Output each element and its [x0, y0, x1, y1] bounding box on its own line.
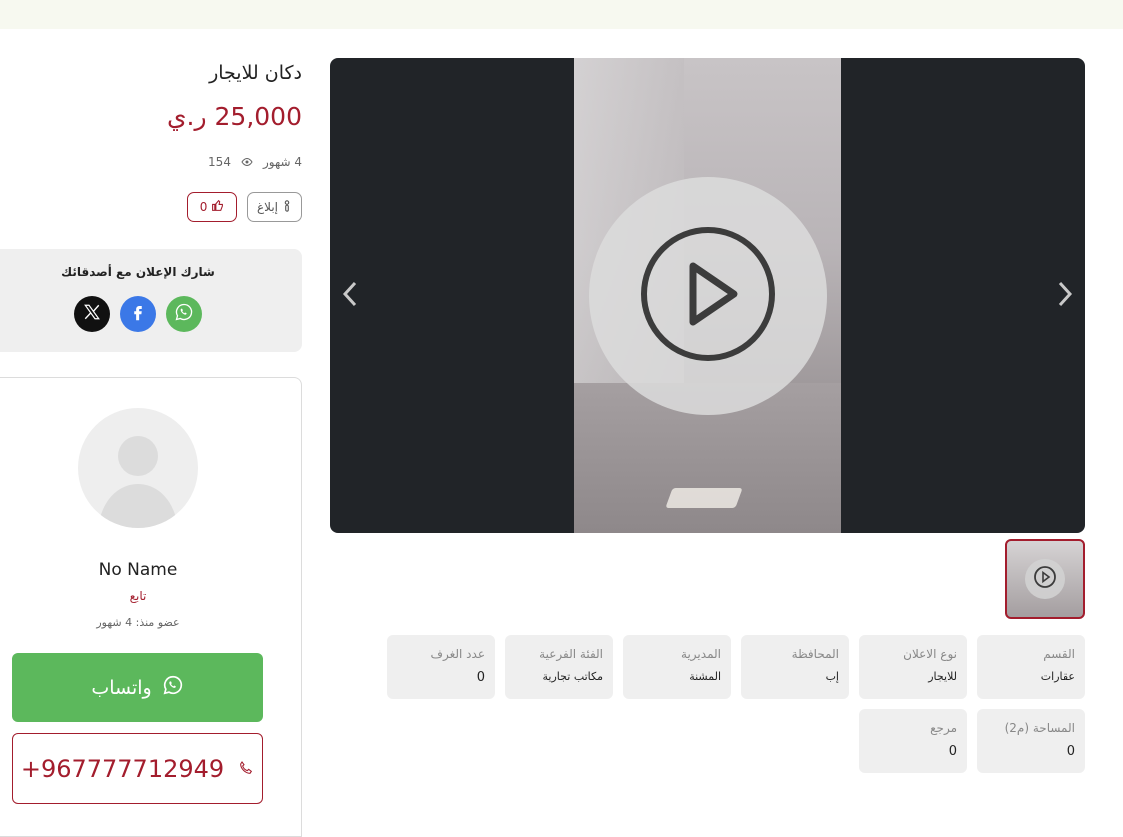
detail-value: للايجار: [928, 670, 957, 683]
phone-icon: [238, 755, 254, 783]
whatsapp-icon: [162, 674, 184, 701]
detail-rooms: عدد الغرف 0: [387, 635, 495, 699]
detail-reference: مرجع 0: [859, 709, 967, 773]
avatar: [78, 408, 198, 528]
info-icon: [282, 199, 292, 215]
listing-views: 154: [208, 155, 231, 169]
share-title: شارك الإعلان مع أصدقائك: [61, 265, 215, 279]
play-icon: [1033, 565, 1057, 593]
video-light-patch: [665, 488, 743, 508]
detail-label: القسم: [1043, 647, 1075, 661]
whatsapp-label: واتساب: [91, 676, 152, 699]
like-count: 0: [199, 200, 208, 214]
share-box: شارك الإعلان مع أصدقائك: [0, 249, 302, 352]
share-x-button[interactable]: [74, 296, 110, 332]
media-viewer[interactable]: [330, 58, 1085, 533]
detail-label: مرجع: [930, 721, 957, 735]
member-since: عضو منذ: 4 شهور: [96, 616, 180, 629]
media-thumbnail[interactable]: [1005, 539, 1085, 619]
detail-value: 0: [948, 744, 957, 759]
detail-ad-type: نوع الاعلان للايجار: [859, 635, 967, 699]
thumbnail-play: [1025, 559, 1065, 599]
chevron-left-icon: [341, 280, 359, 312]
next-slide-button[interactable]: [1053, 280, 1077, 312]
share-whatsapp-button[interactable]: [166, 296, 202, 332]
phone-button[interactable]: +967777712949: [12, 733, 263, 804]
detail-label: المساحة (م2): [1004, 721, 1075, 735]
report-button[interactable]: إبلاغ: [247, 192, 302, 222]
whatsapp-icon: [174, 302, 194, 326]
top-bar: [0, 0, 1123, 29]
detail-value: 0: [1066, 744, 1075, 759]
listing-meta: 4 شهور 154: [208, 155, 302, 169]
listing-price: 25,000 ر.ي: [166, 102, 302, 131]
detail-category: القسم عقارات: [977, 635, 1085, 699]
detail-value: عقارات: [1040, 670, 1075, 683]
share-facebook-button[interactable]: [120, 296, 156, 332]
detail-area: المساحة (م2) 0: [977, 709, 1085, 773]
detail-subcategory: الفئة الفرعية مكاتب تجارية: [505, 635, 613, 699]
follow-link[interactable]: تابع: [0, 589, 276, 603]
detail-value: إب: [825, 670, 839, 683]
play-icon: [638, 224, 778, 368]
detail-label: عدد الغرف: [430, 647, 485, 661]
phone-number: +967777712949: [20, 754, 225, 783]
detail-value: 0: [476, 670, 485, 685]
eye-icon: [241, 156, 253, 168]
detail-value: مكاتب تجارية: [542, 670, 603, 683]
previous-slide-button[interactable]: [338, 280, 362, 312]
detail-label: المحافظة: [791, 647, 839, 661]
detail-governorate: المحافظة إب: [741, 635, 849, 699]
detail-label: المديرية: [681, 647, 721, 661]
listing-title: دكان للايجار: [209, 62, 302, 84]
detail-value: المشنة: [689, 670, 721, 683]
facebook-icon: [129, 303, 147, 325]
detail-label: نوع الاعلان: [903, 647, 957, 661]
detail-label: الفئة الفرعية: [539, 647, 603, 661]
seller-name: No Name: [98, 560, 178, 580]
whatsapp-button[interactable]: واتساب: [12, 653, 263, 722]
chevron-right-icon: [1056, 280, 1074, 312]
x-icon: [83, 303, 101, 325]
play-button[interactable]: [589, 177, 827, 415]
listing-age: 4 شهور: [262, 155, 302, 169]
like-button[interactable]: 0: [187, 192, 237, 222]
report-label: إبلاغ: [257, 200, 278, 214]
thumbs-up-icon: [211, 199, 224, 215]
detail-district: المديرية المشنة: [623, 635, 731, 699]
